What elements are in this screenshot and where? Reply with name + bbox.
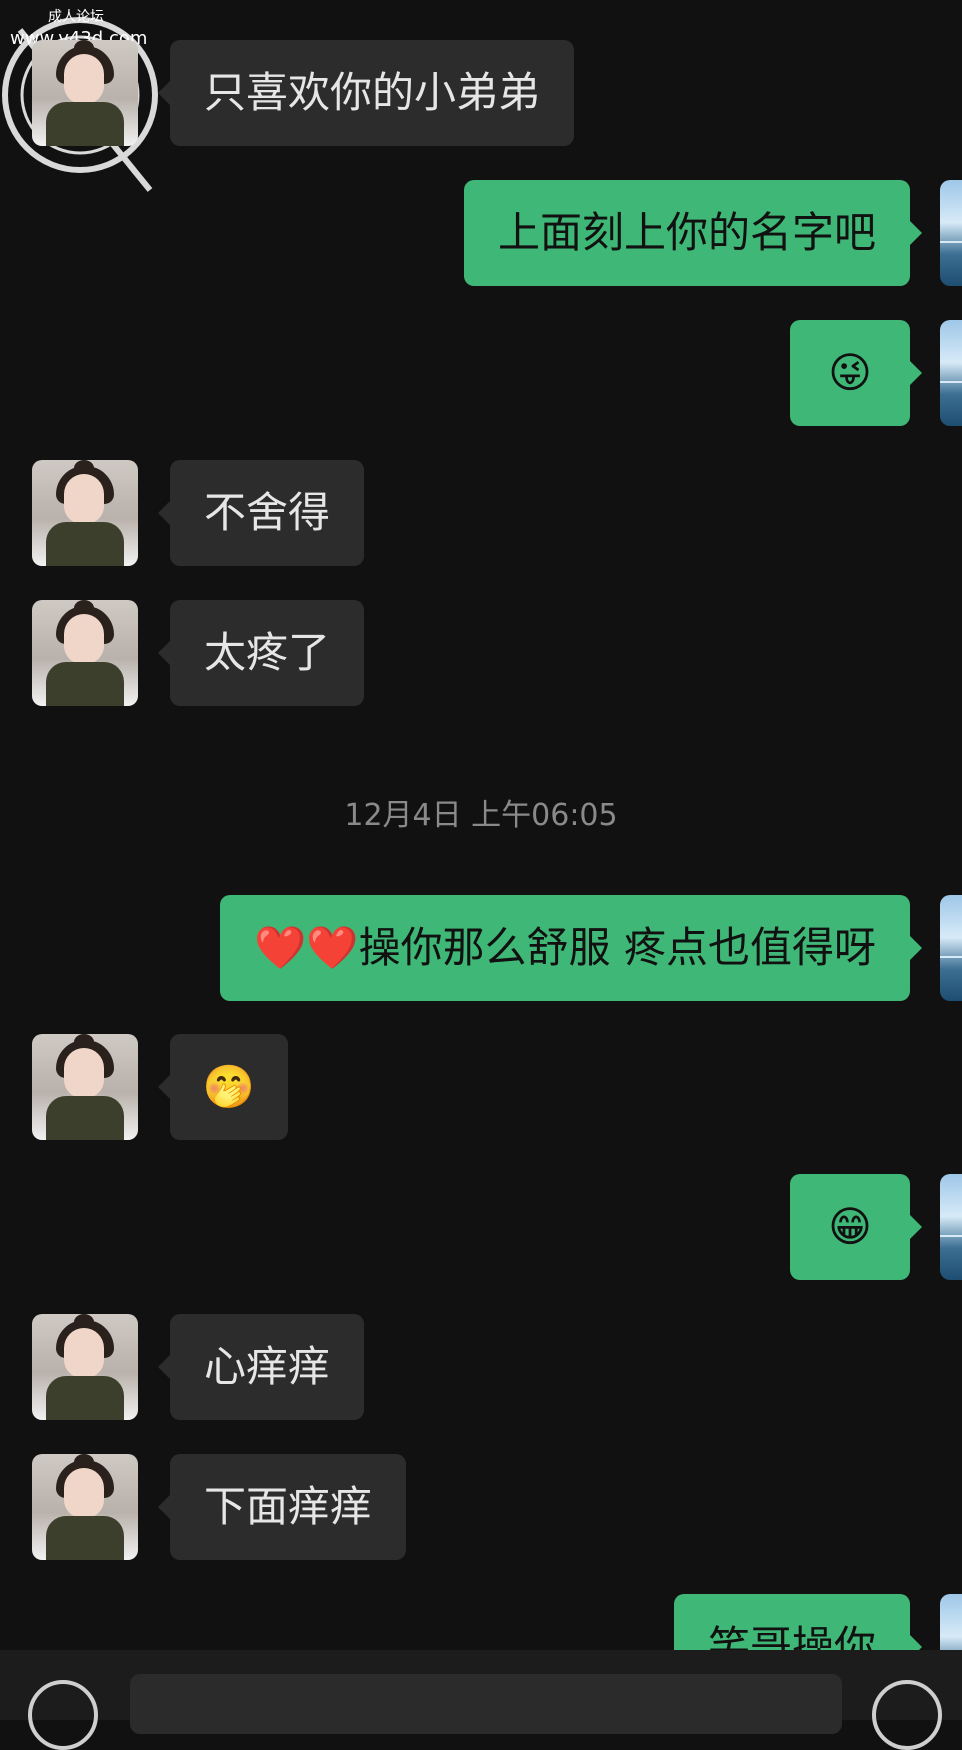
user-avatar[interactable] <box>940 320 962 426</box>
message-text: ❤️❤️操你那么舒服 疼点也值得呀 <box>254 923 876 972</box>
outgoing-message-bubble[interactable]: 😜 <box>790 320 922 426</box>
contact-avatar[interactable] <box>32 600 138 706</box>
user-avatar[interactable] <box>940 1174 962 1280</box>
message-emoji: 😜 <box>828 348 872 397</box>
contact-avatar[interactable] <box>32 40 138 146</box>
message-timestamp: 12月4日 上午06:05 <box>344 798 618 833</box>
message-text: 不舍得 <box>204 488 331 537</box>
user-avatar[interactable] <box>940 1594 962 1650</box>
outgoing-message-bubble[interactable]: 😁 <box>790 1174 922 1280</box>
incoming-message-bubble[interactable]: 不舍得 <box>157 460 365 566</box>
message-input-bar <box>0 1650 962 1750</box>
contact-avatar[interactable] <box>32 1034 138 1140</box>
message-text: 上面刻上你的名字吧 <box>497 208 876 257</box>
message-input[interactable] <box>130 1674 842 1734</box>
emoji-icon[interactable] <box>872 1680 942 1750</box>
message-emoji: 😁 <box>828 1202 872 1251</box>
contact-avatar[interactable] <box>32 460 138 566</box>
outgoing-message-bubble[interactable]: 上面刻上你的名字吧 <box>463 180 923 286</box>
incoming-message-bubble[interactable]: 下面痒痒 <box>157 1454 407 1560</box>
incoming-message-bubble[interactable]: 心痒痒 <box>157 1314 365 1420</box>
message-text: 只喜欢你的小弟弟 <box>204 68 541 117</box>
outgoing-message-bubble[interactable]: ❤️❤️操你那么舒服 疼点也值得呀 <box>220 895 922 1001</box>
message-text: 下面痒痒 <box>204 1482 373 1531</box>
message-emoji: 🤭 <box>202 1062 256 1111</box>
message-text: 笑哥操你 <box>707 1622 876 1651</box>
watermark-site-cn: 成人论坛 <box>48 9 104 25</box>
message-text: 心痒痒 <box>204 1342 331 1391</box>
incoming-message-bubble[interactable]: 太疼了 <box>157 600 365 706</box>
voice-icon[interactable] <box>28 1680 98 1750</box>
user-avatar[interactable] <box>940 895 962 1001</box>
incoming-message-bubble[interactable]: 🤭 <box>158 1034 288 1140</box>
contact-avatar[interactable] <box>32 1314 138 1420</box>
incoming-message-bubble[interactable]: 只喜欢你的小弟弟 <box>157 40 575 146</box>
chat-area[interactable]: 成人论坛 www.v43d.com 只喜欢你的小弟弟 上面刻上你的名字吧 😜 不… <box>0 0 962 1650</box>
message-text: 太疼了 <box>204 628 331 677</box>
user-avatar[interactable] <box>940 180 962 286</box>
contact-avatar[interactable] <box>32 1454 138 1560</box>
outgoing-message-bubble[interactable]: 笑哥操你 <box>673 1594 923 1651</box>
